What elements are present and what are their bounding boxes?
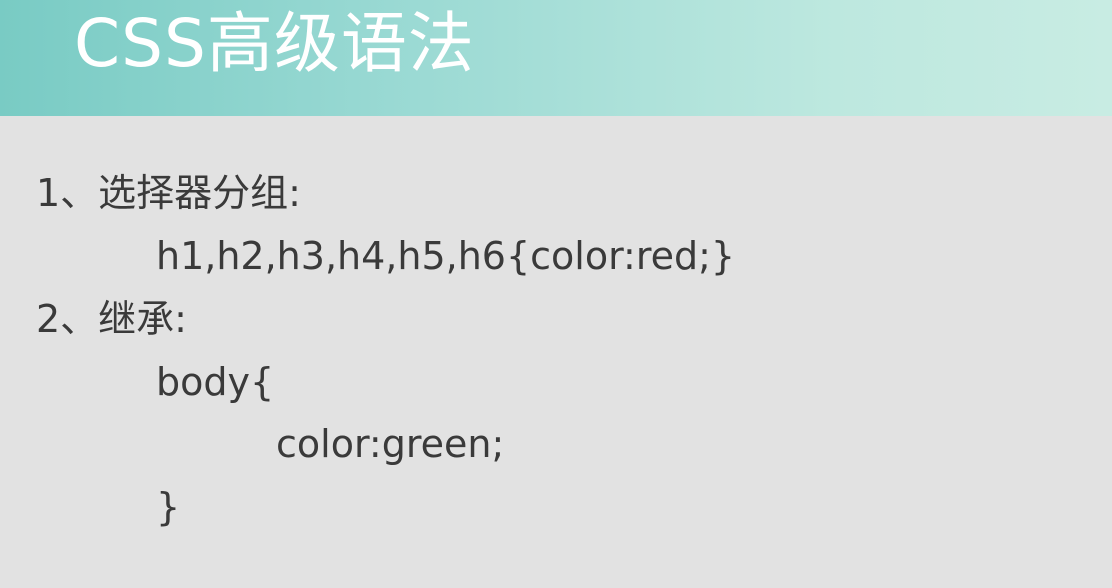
slide-title: CSS高级语法 (74, 5, 475, 82)
item-inheritance: 2、继承: (36, 297, 187, 341)
code-body-open: body{ (156, 360, 275, 404)
code-body-close: } (156, 485, 181, 529)
item-selector-grouping: 1、选择器分组: (36, 171, 301, 215)
slide-header: CSS高级语法 (0, 0, 1112, 116)
code-selector-grouping: h1,h2,h3,h4,h5,h6{color:red;} (156, 234, 736, 278)
code-color-declaration: color:green; (276, 422, 505, 466)
